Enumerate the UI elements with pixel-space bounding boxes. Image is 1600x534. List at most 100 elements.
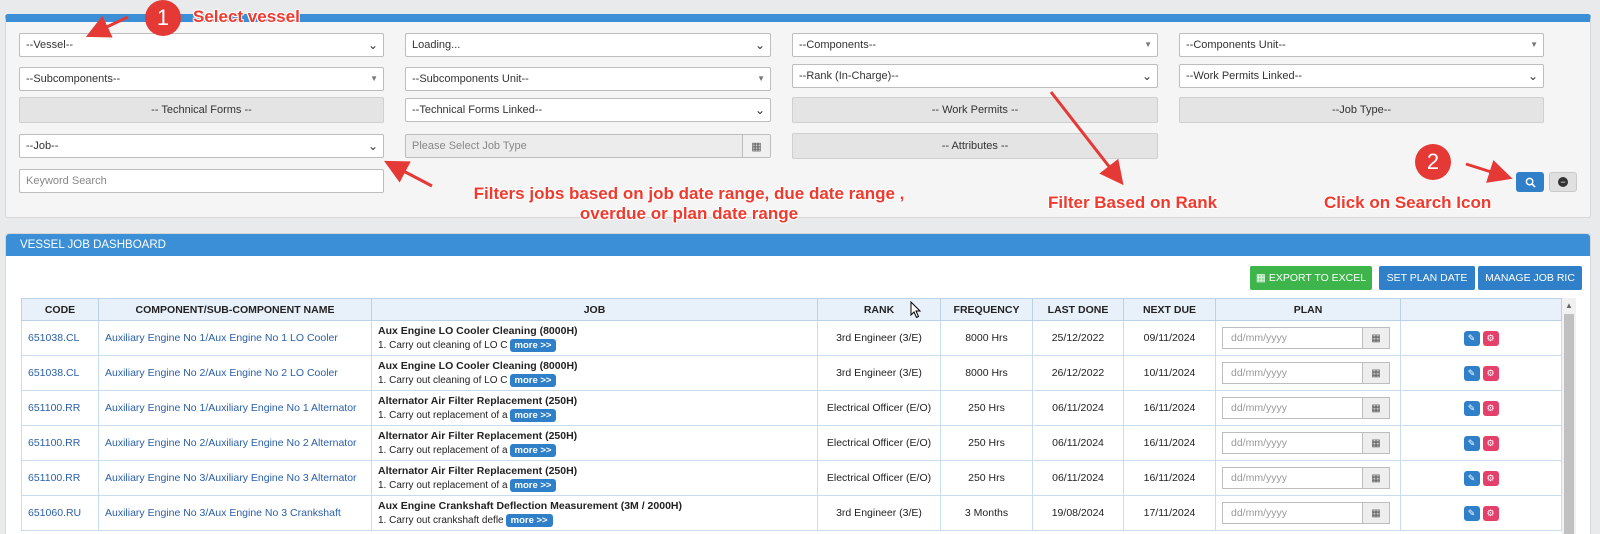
calendar-icon[interactable]: ▦ [1362, 503, 1389, 523]
table-row: 651100.RR Auxiliary Engine No 2/Auxiliary… [21, 425, 1562, 461]
job-code-link[interactable]: 651038.CL [21, 355, 99, 391]
job-title: Alternator Air Filter Replacement (250H) [378, 394, 578, 407]
subcomponents-unit-select[interactable]: --Subcomponents Unit-- ▼ [405, 67, 771, 91]
actions-cell: ✎ ⚙ [1400, 495, 1562, 531]
col-last-done[interactable]: LAST DONE [1032, 298, 1124, 321]
edit-icon[interactable]: ✎ [1463, 470, 1480, 486]
actions-cell: ✎ ⚙ [1400, 425, 1562, 461]
calendar-icon[interactable]: ▦ [1362, 468, 1389, 488]
manage-job-ric-button[interactable]: MANAGE JOB RIC [1478, 266, 1582, 290]
col-plan[interactable]: PLAN [1215, 298, 1401, 321]
edit-icon[interactable]: ✎ [1463, 365, 1480, 381]
set-plan-date-button[interactable]: SET PLAN DATE [1379, 266, 1475, 290]
next-due-cell: 10/11/2024 [1123, 355, 1216, 391]
scrollbar-thumb[interactable] [1564, 314, 1574, 534]
date-filter-annotation: Filters jobs based on job date range, du… [444, 184, 934, 224]
delete-icon[interactable]: ⚙ [1482, 470, 1499, 486]
more-button[interactable]: more >> [509, 478, 557, 492]
more-button[interactable]: more >> [509, 408, 557, 422]
work-permits-linked-select[interactable]: --Work Permits Linked-- ⌄ [1179, 64, 1544, 88]
component-link[interactable]: Auxiliary Engine No 1/Aux Engine No 1 LO… [98, 320, 372, 356]
chevron-down-icon: ⌄ [367, 38, 378, 52]
technical-forms-button[interactable]: -- Technical Forms -- [19, 97, 384, 123]
more-button[interactable]: more >> [509, 443, 557, 457]
more-button[interactable]: more >> [509, 373, 557, 387]
plan-date-placeholder: dd/mm/yyyy [1231, 507, 1288, 519]
plan-date-input[interactable]: dd/mm/yyyy ▦ [1222, 502, 1390, 524]
component-link[interactable]: Auxiliary Engine No 3/Auxiliary Engine N… [98, 460, 372, 496]
component-link[interactable]: Auxiliary Engine No 1/Auxiliary Engine N… [98, 390, 372, 426]
job-description: 1. Carry out cleaning of LO Cmore >> [378, 373, 817, 387]
edit-icon[interactable]: ✎ [1463, 435, 1480, 451]
job-code-link[interactable]: 651038.CL [21, 320, 99, 356]
more-button[interactable]: more >> [509, 338, 557, 352]
delete-icon[interactable]: ⚙ [1482, 330, 1499, 346]
job-cell: Alternator Air Filter Replacement (250H)… [371, 460, 818, 496]
job-type-button[interactable]: --Job Type-- [1179, 97, 1544, 123]
edit-icon[interactable]: ✎ [1463, 330, 1480, 346]
plan-date-input[interactable]: dd/mm/yyyy ▦ [1222, 362, 1390, 384]
job-description-text: 1. Carry out cleaning of LO C [378, 339, 508, 351]
search-icon [1525, 177, 1536, 188]
calendar-icon[interactable]: ▦ [1362, 398, 1389, 418]
delete-icon[interactable]: ⚙ [1482, 505, 1499, 521]
plan-cell: dd/mm/yyyy ▦ [1215, 495, 1401, 531]
components-select[interactable]: --Components-- ▼ [792, 33, 1158, 57]
search-button[interactable] [1516, 172, 1544, 192]
plan-date-input[interactable]: dd/mm/yyyy ▦ [1222, 327, 1390, 349]
job-code-link[interactable]: 651100.RR [21, 460, 99, 496]
attributes-button[interactable]: -- Attributes -- [792, 133, 1158, 159]
calendar-icon[interactable]: ▦ [1362, 328, 1389, 348]
job-select[interactable]: --Job-- ⌄ [19, 134, 384, 158]
export-to-excel-button[interactable]: ▦ EXPORT TO EXCEL [1250, 266, 1372, 290]
component-link[interactable]: Auxiliary Engine No 3/Aux Engine No 3 Cr… [98, 495, 372, 531]
chevron-down-icon: ▼ [1144, 40, 1152, 49]
plan-cell: dd/mm/yyyy ▦ [1215, 425, 1401, 461]
col-next-due[interactable]: NEXT DUE [1123, 298, 1216, 321]
vessel-select[interactable]: --Vessel-- ⌄ [19, 33, 384, 57]
technical-forms-linked-select[interactable]: --Technical Forms Linked-- ⌄ [405, 98, 771, 122]
edit-icon[interactable]: ✎ [1463, 505, 1480, 521]
loading-select[interactable]: Loading... ⌄ [405, 33, 771, 57]
col-rank[interactable]: RANK [817, 298, 941, 321]
rank-cell: 3rd Engineer (3/E) [817, 355, 941, 391]
date-filter-annotation-line1: Filters jobs based on job date range, du… [473, 184, 905, 203]
actions-cell: ✎ ⚙ [1400, 320, 1562, 356]
job-description: 1. Carry out replacement of a more >> [378, 443, 817, 457]
job-code-link[interactable]: 651060.RU [21, 495, 99, 531]
rank-select[interactable]: --Rank (In-Charge)-- ⌄ [792, 64, 1158, 88]
col-frequency[interactable]: FREQUENCY [940, 298, 1033, 321]
table-scrollbar[interactable]: ▲ [1562, 298, 1576, 534]
col-component[interactable]: COMPONENT/SUB-COMPONENT NAME [98, 298, 372, 321]
job-description: 1. Carry out cleaning of LO Cmore >> [378, 338, 817, 352]
more-button[interactable]: more >> [505, 513, 553, 527]
components-unit-select[interactable]: --Components Unit-- ▼ [1179, 33, 1544, 57]
col-job[interactable]: JOB [371, 298, 818, 321]
reset-button[interactable]: − [1549, 172, 1577, 192]
calendar-icon[interactable]: ▦ [1362, 433, 1389, 453]
plan-date-input[interactable]: dd/mm/yyyy ▦ [1222, 432, 1390, 454]
subcomponents-select[interactable]: --Subcomponents-- ▼ [19, 67, 384, 91]
delete-icon[interactable]: ⚙ [1482, 365, 1499, 381]
job-description-text: 1. Carry out replacement of a [378, 444, 508, 456]
job-cell: Alternator Air Filter Replacement (250H)… [371, 390, 818, 426]
delete-icon[interactable]: ⚙ [1482, 435, 1499, 451]
col-code[interactable]: CODE [21, 298, 99, 321]
calendar-icon[interactable]: ▦ [742, 135, 770, 157]
scroll-up-icon[interactable]: ▲ [1562, 298, 1576, 312]
job-type-date-input[interactable]: Please Select Job Type ▦ [405, 134, 771, 158]
edit-icon[interactable]: ✎ [1463, 400, 1480, 416]
rank-cell: Electrical Officer (E/O) [817, 425, 941, 461]
plan-date-input[interactable]: dd/mm/yyyy ▦ [1222, 397, 1390, 419]
component-link[interactable]: Auxiliary Engine No 2/Auxiliary Engine N… [98, 425, 372, 461]
component-link[interactable]: Auxiliary Engine No 2/Aux Engine No 2 LO… [98, 355, 372, 391]
calendar-icon[interactable]: ▦ [1362, 363, 1389, 383]
delete-icon[interactable]: ⚙ [1482, 400, 1499, 416]
job-code-link[interactable]: 651100.RR [21, 390, 99, 426]
job-code-link[interactable]: 651100.RR [21, 425, 99, 461]
job-title: Aux Engine LO Cooler Cleaning (8000H) [378, 324, 578, 337]
keyword-search-input[interactable]: Keyword Search [19, 169, 384, 193]
work-permits-button[interactable]: -- Work Permits -- [792, 97, 1158, 123]
plan-date-input[interactable]: dd/mm/yyyy ▦ [1222, 467, 1390, 489]
next-due-cell: 09/11/2024 [1123, 320, 1216, 356]
